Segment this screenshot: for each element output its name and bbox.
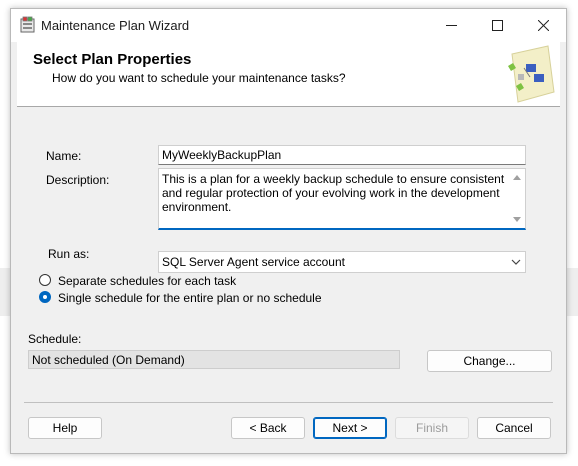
page-title: Select Plan Properties (33, 51, 192, 68)
run-as-value: SQL Server Agent service account (162, 255, 345, 269)
wizard-app-icon (20, 16, 35, 33)
radio-single-schedule[interactable] (39, 291, 51, 303)
description-input[interactable]: This is a plan for a weekly backup sched… (158, 168, 526, 230)
back-button[interactable]: < Back (231, 417, 305, 439)
help-button[interactable]: Help (28, 417, 102, 439)
finish-button[interactable]: Finish (395, 417, 469, 439)
footer-divider (24, 402, 553, 403)
run-as-dropdown[interactable]: SQL Server Agent service account (158, 251, 526, 273)
wizard-header: Select Plan Properties How do you want t… (17, 42, 560, 107)
minimize-icon (445, 25, 457, 26)
page-subtitle: How do you want to schedule your mainten… (52, 71, 346, 85)
maintenance-plan-wizard-dialog: Maintenance Plan Wizard Select Plan Prop… (10, 8, 567, 454)
minimize-button[interactable] (428, 9, 474, 42)
cancel-button[interactable]: Cancel (477, 417, 551, 439)
radio-separate-schedules[interactable] (39, 274, 51, 286)
run-as-label: Run as: (48, 247, 90, 261)
wizard-graphic-icon (508, 45, 555, 103)
radio-separate-label: Separate schedules for each task (58, 274, 237, 288)
change-schedule-button[interactable]: Change... (427, 350, 552, 372)
radio-single-label: Single schedule for the entire plan or n… (58, 291, 322, 305)
name-label: Name: (46, 149, 82, 163)
close-button[interactable] (520, 9, 566, 42)
maximize-icon (491, 20, 503, 31)
name-input[interactable]: MyWeeklyBackupPlan (158, 145, 526, 165)
maximize-button[interactable] (474, 9, 520, 42)
window-title: Maintenance Plan Wizard (41, 18, 190, 33)
chevron-down-icon (511, 259, 521, 265)
description-scrollbar[interactable] (509, 169, 525, 228)
schedule-label: Schedule: (28, 332, 82, 346)
title-bar[interactable]: Maintenance Plan Wizard (11, 9, 566, 42)
close-icon (537, 20, 549, 31)
description-label: Description: (46, 173, 110, 187)
next-button[interactable]: Next > (313, 417, 387, 439)
schedule-display: Not scheduled (On Demand) (28, 350, 400, 369)
description-text: This is a plan for a weekly backup sched… (162, 172, 505, 214)
